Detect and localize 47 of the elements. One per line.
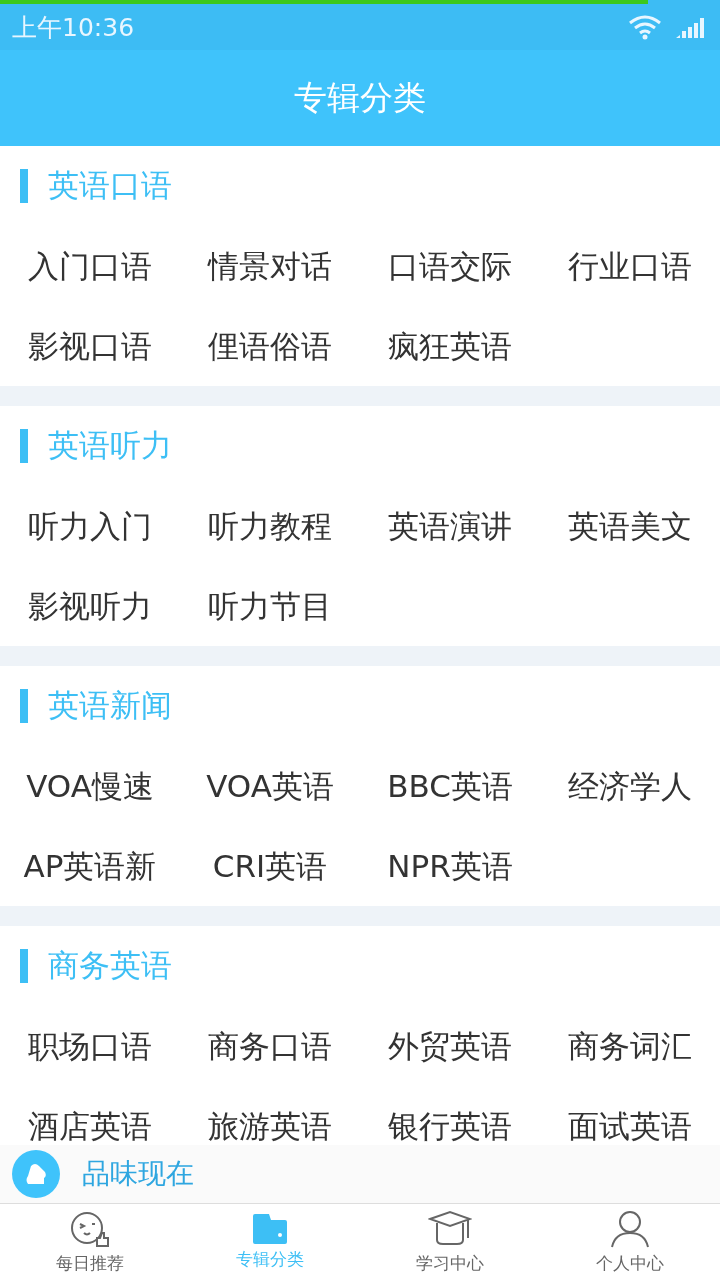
smile-icon (70, 1209, 110, 1248)
tab[interactable]: 学习中心 (360, 1204, 540, 1280)
section-marker (20, 169, 28, 203)
category-link[interactable]: 面试英语 (568, 1108, 692, 1144)
category-link[interactable]: 情景对话 (208, 248, 332, 284)
category-link[interactable]: 经济学人 (568, 768, 692, 804)
category-link[interactable]: 旅游英语 (208, 1108, 332, 1144)
category-link[interactable]: 英语美文 (568, 508, 692, 544)
category-link[interactable]: 英语演讲 (388, 508, 512, 544)
category-link[interactable]: VOA英语 (206, 768, 334, 804)
status-time: 上午10:36 (12, 11, 135, 44)
section-marker (20, 949, 28, 983)
category-link[interactable]: 酒店英语 (28, 1108, 152, 1144)
section-title: 英语口语 (48, 166, 172, 205)
category-link[interactable]: 职场口语 (28, 1028, 152, 1064)
category-link[interactable]: 俚语俗语 (208, 328, 332, 364)
category-link[interactable]: NPR英语 (387, 848, 513, 884)
category-link[interactable]: AP英语新 (23, 848, 157, 884)
category-link[interactable]: 外贸英语 (388, 1028, 512, 1064)
tab[interactable]: 每日推荐 (0, 1204, 180, 1280)
section-title: 英语新闻 (48, 686, 172, 725)
category-link[interactable]: VOA慢速 (26, 768, 154, 804)
category-link[interactable]: BBC英语 (387, 768, 513, 804)
section-title: 商务英语 (48, 946, 172, 985)
folder-icon (253, 1213, 287, 1244)
category-link[interactable]: 听力入门 (28, 508, 152, 544)
tab[interactable]: 个人中心 (540, 1204, 720, 1280)
category-link[interactable]: 入门口语 (28, 248, 152, 284)
section-marker (20, 429, 28, 463)
category-link[interactable]: 影视听力 (28, 588, 152, 624)
category-link[interactable]: 疯狂英语 (388, 328, 512, 364)
section-marker (20, 689, 28, 723)
wifi-icon (628, 14, 662, 40)
category-link[interactable]: 影视口语 (28, 328, 152, 364)
section-title: 英语听力 (48, 426, 172, 465)
category-link[interactable]: 银行英语 (388, 1108, 512, 1144)
category-link[interactable]: 口语交际 (388, 248, 512, 284)
graduation-cap-icon (428, 1209, 472, 1248)
track-title: 品味现在 (82, 1156, 194, 1192)
category-link[interactable]: 听力节目 (208, 588, 332, 624)
category-link[interactable]: CRI英语 (212, 848, 328, 884)
category-link[interactable]: 商务口语 (208, 1028, 332, 1064)
page-title: 专辑分类 (294, 76, 426, 119)
category-link[interactable]: 行业口语 (568, 248, 692, 284)
category-link[interactable]: 商务词汇 (568, 1028, 692, 1064)
category-link[interactable]: 听力教程 (208, 508, 332, 544)
person-icon (610, 1209, 650, 1248)
